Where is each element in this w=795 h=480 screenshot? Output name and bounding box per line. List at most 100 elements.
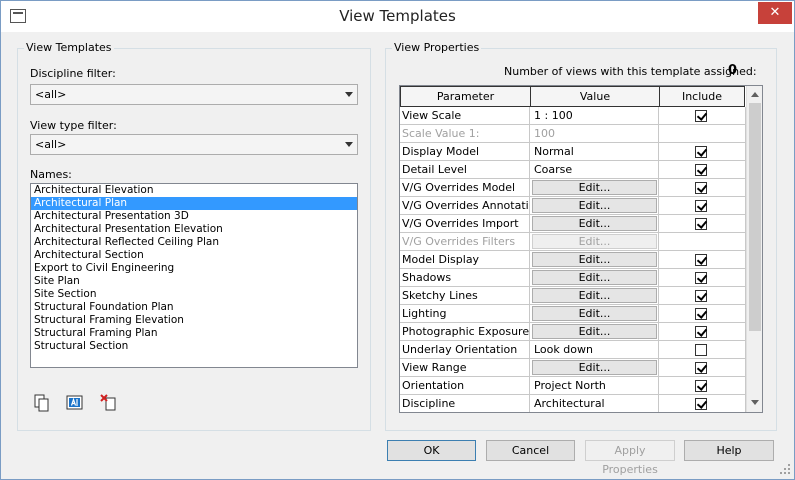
list-item[interactable]: Architectural Presentation Elevation	[31, 223, 357, 236]
column-header-value[interactable]: Value	[530, 86, 660, 107]
list-item[interactable]: Structural Foundation Plan	[31, 301, 357, 314]
grid-header: Parameter Value Include	[400, 86, 746, 107]
duplicate-icon	[34, 394, 49, 412]
table-row[interactable]: V/G Overrides Annotati Edit...	[400, 197, 746, 215]
value-cell: Edit...	[530, 179, 659, 197]
include-checkbox[interactable]	[695, 290, 707, 302]
list-item[interactable]: Export to Civil Engineering	[31, 262, 357, 275]
table-row[interactable]: Underlay Orientation Look down	[400, 341, 746, 359]
value-cell: Edit...	[530, 251, 659, 269]
table-row[interactable]: V/G Overrides Import Edit...	[400, 215, 746, 233]
value-cell[interactable]: 1 : 100	[530, 107, 659, 125]
include-cell	[659, 215, 746, 233]
table-row[interactable]: Sketchy Lines Edit...	[400, 287, 746, 305]
rename-button[interactable]	[65, 393, 85, 413]
table-row[interactable]: Photographic Exposure Edit...	[400, 323, 746, 341]
include-checkbox[interactable]	[695, 146, 707, 158]
value-cell[interactable]: Normal	[530, 143, 659, 161]
close-button[interactable]: ✕	[758, 2, 792, 24]
parameter-cell: Detail Level	[400, 161, 530, 179]
include-checkbox[interactable]	[695, 344, 707, 356]
include-checkbox[interactable]	[695, 254, 707, 266]
table-row[interactable]: V/G Overrides Filters Edit...	[400, 233, 746, 251]
include-checkbox[interactable]	[695, 326, 707, 338]
edit-button[interactable]: Edit...	[532, 306, 657, 321]
discipline-filter-select[interactable]: <all>	[30, 84, 358, 105]
resize-grip-icon[interactable]	[779, 463, 791, 475]
edit-button[interactable]: Edit...	[532, 324, 657, 339]
list-item[interactable]: Structural Section	[31, 340, 357, 353]
include-checkbox[interactable]	[695, 182, 707, 194]
include-checkbox[interactable]	[695, 308, 707, 320]
include-checkbox[interactable]	[695, 272, 707, 284]
view-type-filter-select[interactable]: <all>	[30, 134, 358, 155]
table-row[interactable]: Display Model Normal	[400, 143, 746, 161]
cancel-button[interactable]: Cancel	[486, 440, 575, 461]
table-row[interactable]: Detail Level Coarse	[400, 161, 746, 179]
view-templates-group-title: View Templates	[24, 41, 114, 54]
delete-button[interactable]	[99, 393, 119, 413]
table-row[interactable]: V/G Overrides Model Edit...	[400, 179, 746, 197]
value-cell[interactable]: Architectural	[530, 395, 659, 412]
duplicate-button[interactable]	[32, 393, 52, 413]
parameter-cell: Scale Value 1:	[400, 125, 530, 143]
include-cell	[659, 251, 746, 269]
list-item[interactable]: Site Section	[31, 288, 357, 301]
edit-button[interactable]: Edit...	[532, 252, 657, 267]
edit-button[interactable]: Edit...	[532, 360, 657, 375]
include-checkbox[interactable]	[695, 380, 707, 392]
scroll-thumb[interactable]	[749, 103, 761, 331]
list-item[interactable]: Architectural Presentation 3D	[31, 210, 357, 223]
value-cell[interactable]: Coarse	[530, 161, 659, 179]
column-header-include[interactable]: Include	[659, 86, 745, 107]
include-cell	[659, 269, 746, 287]
list-item[interactable]: Architectural Reflected Ceiling Plan	[31, 236, 357, 249]
include-cell	[659, 233, 746, 251]
grid-vertical-scrollbar[interactable]	[746, 86, 762, 412]
include-checkbox[interactable]	[695, 200, 707, 212]
list-item[interactable]: Architectural Section	[31, 249, 357, 262]
rename-icon	[66, 395, 83, 410]
apply-properties-button[interactable]: Apply Properties	[585, 440, 675, 476]
dialog-title: View Templates	[339, 7, 456, 25]
table-row[interactable]: Scale Value 1: 100	[400, 125, 746, 143]
value-cell[interactable]: Project North	[530, 377, 659, 395]
table-row[interactable]: Lighting Edit...	[400, 305, 746, 323]
parameter-cell: Photographic Exposure	[400, 323, 530, 341]
include-checkbox[interactable]	[695, 362, 707, 374]
include-cell	[659, 143, 746, 161]
include-checkbox[interactable]	[695, 218, 707, 230]
edit-button[interactable]: Edit...	[532, 288, 657, 303]
include-cell	[659, 377, 746, 395]
table-row[interactable]: View Scale 1 : 100	[400, 107, 746, 125]
table-row[interactable]: Discipline Architectural	[400, 395, 746, 412]
table-row[interactable]: View Range Edit...	[400, 359, 746, 377]
table-row[interactable]: Orientation Project North	[400, 377, 746, 395]
value-cell: Edit...	[530, 215, 659, 233]
edit-button[interactable]: Edit...	[532, 198, 657, 213]
list-item[interactable]: Architectural Elevation	[31, 184, 357, 197]
ok-button[interactable]: OK	[387, 440, 476, 461]
include-checkbox[interactable]	[695, 164, 707, 176]
list-item[interactable]: Architectural Plan	[31, 197, 357, 210]
include-checkbox[interactable]	[695, 398, 707, 410]
scroll-up-icon[interactable]	[750, 92, 760, 98]
table-row[interactable]: Model Display Edit...	[400, 251, 746, 269]
help-button[interactable]: Help	[684, 440, 774, 461]
discipline-filter-value: <all>	[35, 88, 67, 101]
edit-button[interactable]: Edit...	[532, 234, 657, 249]
list-item[interactable]: Site Plan	[31, 275, 357, 288]
column-header-parameter[interactable]: Parameter	[400, 86, 531, 107]
edit-button[interactable]: Edit...	[532, 270, 657, 285]
list-item[interactable]: Structural Framing Plan	[31, 327, 357, 340]
include-cell	[659, 341, 746, 359]
edit-button[interactable]: Edit...	[532, 216, 657, 231]
list-item[interactable]: Structural Framing Elevation	[31, 314, 357, 327]
value-cell[interactable]: Look down	[530, 341, 659, 359]
scroll-down-icon[interactable]	[750, 400, 760, 406]
names-listbox[interactable]: Architectural Elevation Architectural Pla…	[30, 183, 358, 368]
edit-button[interactable]: Edit...	[532, 180, 657, 195]
include-checkbox[interactable]	[695, 110, 707, 122]
table-row[interactable]: Shadows Edit...	[400, 269, 746, 287]
include-cell	[659, 197, 746, 215]
